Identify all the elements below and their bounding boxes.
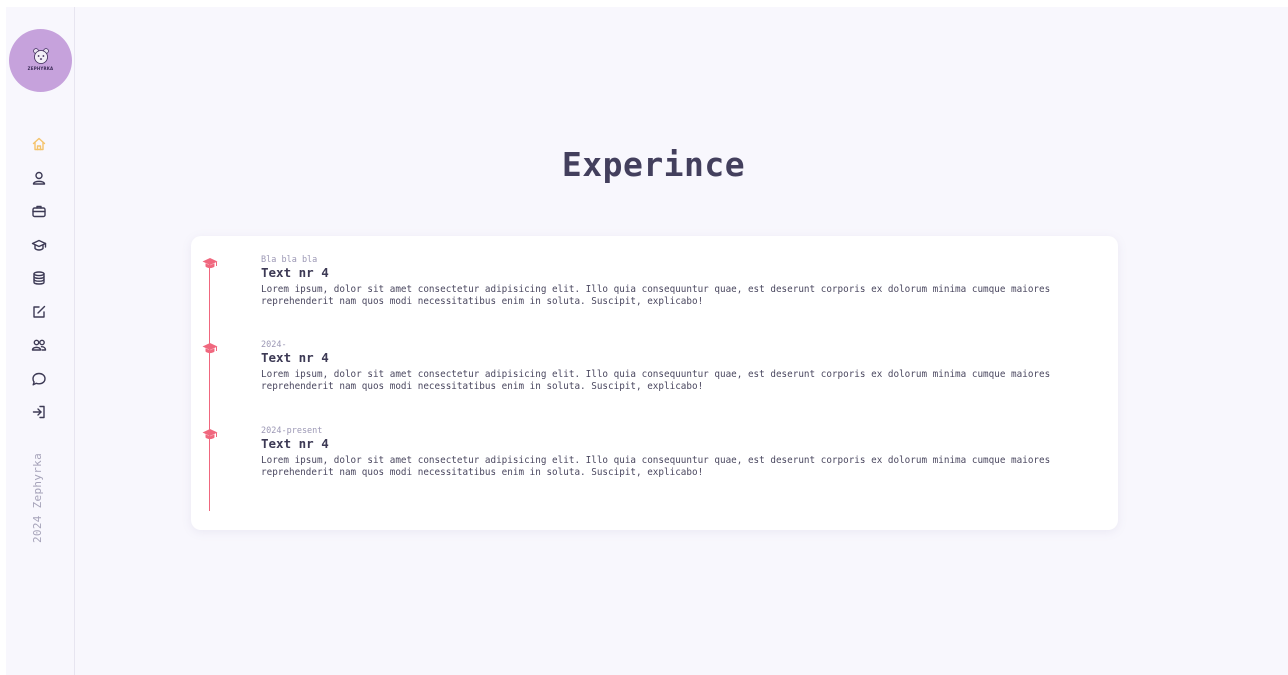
app-frame: ZEPHYRKA 2024 Zephyrka Experince Bla bla… (6, 7, 1288, 675)
nav-education[interactable] (30, 236, 48, 254)
edit-icon (33, 305, 46, 318)
graduation-cap-icon (202, 341, 218, 355)
chat-icon (32, 372, 46, 386)
nav-home[interactable] (30, 135, 48, 153)
users-icon (31, 339, 47, 351)
page-title: Experince (561, 145, 746, 184)
copyright-text: 2024 Zephyrka (31, 453, 44, 543)
timeline-line (209, 262, 210, 511)
nav-login[interactable] (30, 403, 48, 421)
nav-projects[interactable] (30, 269, 48, 287)
nav-contact[interactable] (30, 370, 48, 388)
entry-date: 2024- (261, 340, 287, 350)
nav-team[interactable] (30, 336, 48, 354)
logo-text: ZEPHYRKA (27, 65, 54, 71)
login-icon (32, 405, 45, 419)
logo-mascot-icon (32, 47, 49, 64)
nav-experience[interactable] (30, 202, 48, 220)
entry-heading: Text nr 4 (261, 436, 329, 451)
entry-heading: Text nr 4 (261, 265, 329, 280)
entry-date: 2024-present (261, 426, 323, 436)
entry-body: Lorem ipsum, dolor sit amet consectetur … (261, 455, 1051, 478)
nav-about[interactable] (30, 169, 48, 187)
main-content: Experince Bla bla bla Text nr 4 Lorem ip… (75, 7, 1288, 675)
entry-body: Lorem ipsum, dolor sit amet consectetur … (261, 369, 1051, 392)
timeline-card: Bla bla bla Text nr 4 Lorem ipsum, dolor… (191, 236, 1118, 530)
entry-heading: Text nr 4 (261, 350, 329, 365)
graduation-cap-icon (31, 239, 47, 251)
database-icon (33, 271, 45, 285)
nav-blog[interactable] (30, 303, 48, 321)
entry-date: Bla bla bla (261, 255, 318, 265)
graduation-cap-icon (202, 256, 218, 270)
sidebar: ZEPHYRKA 2024 Zephyrka (6, 7, 75, 675)
logo[interactable]: ZEPHYRKA (9, 29, 72, 92)
user-icon (32, 171, 46, 185)
briefcase-icon (32, 205, 46, 218)
entry-body: Lorem ipsum, dolor sit amet consectetur … (261, 284, 1051, 307)
home-icon (32, 137, 46, 151)
graduation-cap-icon (202, 427, 218, 441)
